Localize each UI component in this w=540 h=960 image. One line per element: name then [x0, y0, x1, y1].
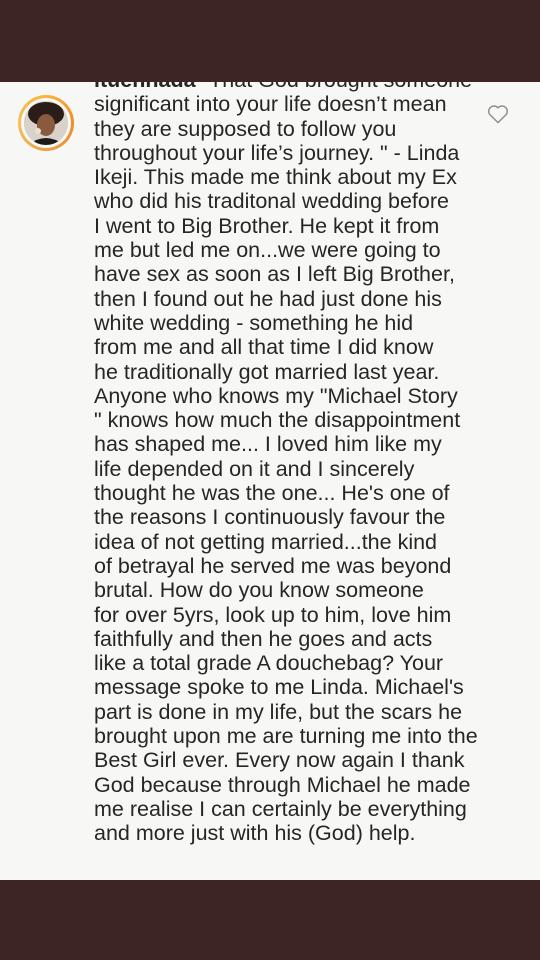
top-dark-band — [0, 0, 540, 82]
comment-line: like a total grade A douchebag? Your — [94, 651, 444, 676]
comment-line: then I found out he had just done his — [94, 286, 442, 311]
comment-line: part is done in my life, but the scars h… — [94, 699, 463, 724]
comment-line: have sex as soon as I left Big Brother, — [94, 262, 455, 287]
like-heart-icon — [487, 105, 509, 124]
comment-line: the reasons I continuously favour the — [94, 505, 446, 530]
comment-line: and more just with his (God) help. — [94, 821, 416, 846]
comment-first-line: ituennada "That God brought someone — [94, 82, 534, 92]
avatar-story-ring[interactable] — [18, 95, 74, 151]
comment-line: message spoke to me Linda. Michael's — [94, 675, 464, 700]
comment-line: he traditionally got married last year. — [94, 359, 440, 384]
comment-line: for over 5yrs, look up to him, love him — [94, 602, 452, 627]
comment-line: brought upon me are turning me into the — [94, 724, 478, 749]
comment-line: me realise I can certainly be everything — [94, 796, 467, 821]
comment-line: faithfully and then he goes and acts — [94, 626, 433, 651]
comment-line: me but led me on...we were going to — [94, 238, 441, 263]
avatar — [24, 101, 68, 145]
comment-card: ituennada "That God brought someone sign… — [0, 82, 540, 880]
comment-line: I went to Big Brother. He kept it from — [94, 213, 440, 238]
comment-line: Best Girl ever. Every now again I thank — [94, 748, 465, 773]
comment-line: they are supposed to follow you — [94, 116, 397, 141]
comment-line: has shaped me... I loved him like my — [94, 432, 442, 457]
comment-line: Anyone who knows my "Michael Story — [94, 383, 458, 408]
avatar-border — [21, 98, 71, 148]
bottom-dark-band — [0, 880, 540, 960]
avatar-photo-icon — [24, 101, 68, 145]
comment-line: from me and all that time I did know — [94, 335, 434, 360]
comment-line-0: "That God brought someone — [196, 82, 473, 92]
heart-outline-icon[interactable] — [487, 104, 509, 124]
screenshot-frame: ituennada "That God brought someone sign… — [0, 0, 540, 960]
comment-body: ituennada "That God brought someone sign… — [94, 82, 534, 846]
comment-line: Ikeji. This made me think about my Ex — [94, 165, 457, 190]
comment-line: " knows how much the disappointment — [94, 408, 461, 433]
comment-line: life depended on it and I sincerely — [94, 456, 415, 481]
comment-line: idea of not getting married...the kind — [94, 529, 438, 554]
comment-line: throughout your life’s journey. " - Lind… — [94, 140, 460, 165]
comment-line: significant into your life doesn’t mean — [94, 92, 447, 117]
comment-line: God because through Michael he made — [94, 772, 471, 797]
comment-line: brutal. How do you know someone — [94, 578, 424, 603]
comment-line: who did his traditonal wedding before — [94, 189, 449, 214]
comment-line: of betrayal he served me was beyond — [94, 553, 452, 578]
comment-line: white wedding - something he hid — [94, 310, 414, 335]
comment-line: thought he was the one... He's one of — [94, 481, 450, 506]
comment-username[interactable]: ituennada — [94, 82, 196, 92]
